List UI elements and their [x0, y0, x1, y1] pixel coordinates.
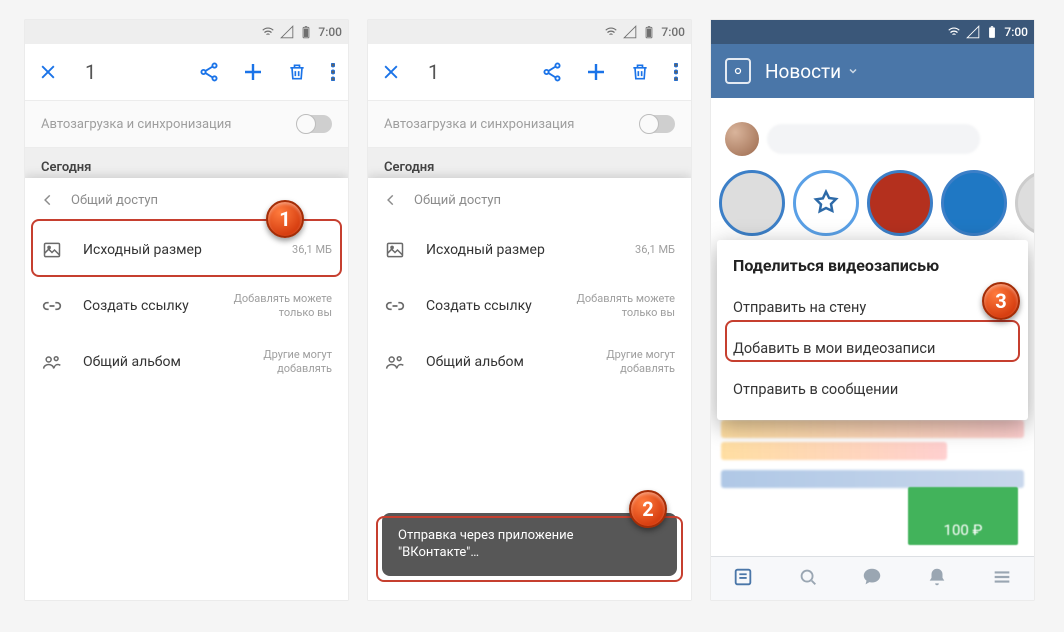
wifi-icon [261, 25, 275, 39]
autoupload-switch[interactable] [641, 115, 675, 133]
wifi-icon [947, 25, 961, 39]
original-size-label: Исходный размер [426, 242, 615, 258]
selection-count: 1 [77, 60, 180, 84]
shared-album-row[interactable]: Общий альбом Другие могутдобавлять [25, 334, 348, 390]
battery-icon [985, 25, 999, 39]
nav-notifications[interactable] [926, 566, 948, 592]
autoupload-label: Автозагрузка и синхронизация [384, 117, 574, 132]
overflow-menu-button[interactable] [326, 63, 340, 81]
vk-share-title: Поделиться видеозаписью [733, 256, 1012, 275]
add-button[interactable] [238, 60, 268, 84]
share-sheet-header[interactable]: Общий доступ [368, 178, 691, 222]
battery-icon [299, 25, 313, 39]
selection-count: 1 [420, 60, 523, 84]
group-icon [384, 352, 406, 372]
signal-icon [966, 25, 980, 39]
original-size-value: 36,1 МБ [635, 243, 675, 257]
feed-line [721, 420, 1024, 438]
vk-header: Новости [711, 44, 1034, 98]
share-sheet-title: Общий доступ [414, 193, 501, 208]
overflow-menu-button[interactable] [669, 63, 683, 81]
delete-button[interactable] [625, 62, 655, 82]
shared-album-sub: Другие могутдобавлять [606, 348, 675, 376]
step3-highlight [725, 320, 1020, 362]
toolbar: 1 [368, 44, 691, 100]
step1-badge: 1 [266, 200, 304, 238]
shared-album-sub: Другие могутдобавлять [263, 348, 332, 376]
link-icon [384, 296, 406, 316]
link-icon [41, 296, 63, 316]
nav-news[interactable] [732, 566, 754, 592]
create-link-label: Создать ссылку [83, 298, 214, 314]
create-link-sub: Добавлять можететолько вы [234, 292, 332, 320]
battery-icon [642, 25, 656, 39]
shared-album-row[interactable]: Общий альбом Другие могутдобавлять [368, 334, 691, 390]
phone-screenshot-3: 7:00 Новости 100 ₽ [711, 20, 1034, 600]
image-icon [384, 240, 406, 260]
original-size-row[interactable]: Исходный размер 36,1 МБ [368, 222, 691, 278]
vk-title: Новости [765, 60, 841, 83]
close-button[interactable] [33, 62, 63, 82]
signal-icon [280, 25, 294, 39]
autoupload-switch[interactable] [298, 115, 332, 133]
chevron-down-icon [847, 65, 859, 77]
step3-badge: 3 [982, 282, 1020, 320]
vk-opt-message[interactable]: Отправить в сообщении [733, 369, 1012, 410]
share-button[interactable] [537, 61, 567, 83]
clock: 7:00 [318, 25, 342, 39]
phone-screenshot-2: 7:00 1 Автозагрузка и синхронизация [368, 20, 691, 600]
vk-bottom-nav [711, 556, 1034, 600]
step2-highlight [376, 516, 683, 582]
clock: 7:00 [661, 25, 685, 39]
back-icon [384, 193, 398, 207]
donate-card[interactable]: 100 ₽ [908, 487, 1018, 545]
story-item[interactable] [793, 170, 859, 236]
group-icon [41, 352, 63, 372]
phone-screenshot-1: 7:00 1 Автозагрузка и синхронизация [25, 20, 348, 600]
autoupload-label: Автозагрузка и синхронизация [41, 117, 231, 132]
status-bar: 7:00 [711, 20, 1034, 44]
create-link-row[interactable]: Создать ссылку Добавлять можететолько вы [25, 278, 348, 334]
story-item[interactable] [867, 170, 933, 236]
share-sheet-title: Общий доступ [71, 193, 158, 208]
status-bar: 7:00 [368, 20, 691, 44]
create-link-label: Создать ссылку [426, 298, 557, 314]
donate-amount: 100 ₽ [944, 521, 983, 539]
create-link-sub: Добавлять можететолько вы [577, 292, 675, 320]
feed-line [721, 442, 947, 460]
status-bar: 7:00 [25, 20, 348, 44]
clock: 7:00 [1004, 25, 1028, 39]
vk-title-dropdown[interactable]: Новости [765, 60, 859, 83]
step2-badge: 2 [629, 490, 667, 528]
story-item[interactable] [719, 170, 785, 236]
nav-search[interactable] [797, 566, 819, 592]
shared-album-label: Общий альбом [83, 354, 243, 370]
add-button[interactable] [581, 60, 611, 84]
shared-album-label: Общий альбом [426, 354, 586, 370]
back-icon [41, 193, 55, 207]
camera-icon[interactable] [725, 58, 751, 84]
avatar [725, 122, 759, 156]
toolbar: 1 [25, 44, 348, 100]
nav-menu[interactable] [991, 566, 1013, 592]
delete-button[interactable] [282, 62, 312, 82]
compose-box [767, 124, 980, 154]
autoupload-row[interactable]: Автозагрузка и синхронизация [25, 100, 348, 148]
story-item[interactable] [941, 170, 1007, 236]
feed-line [721, 470, 1024, 488]
signal-icon [623, 25, 637, 39]
autoupload-row[interactable]: Автозагрузка и синхронизация [368, 100, 691, 148]
nav-messages[interactable] [861, 566, 883, 592]
wifi-icon [604, 25, 618, 39]
create-link-row[interactable]: Создать ссылку Добавлять можететолько вы [368, 278, 691, 334]
share-button[interactable] [194, 61, 224, 83]
close-button[interactable] [376, 62, 406, 82]
story-item[interactable] [1015, 170, 1034, 236]
